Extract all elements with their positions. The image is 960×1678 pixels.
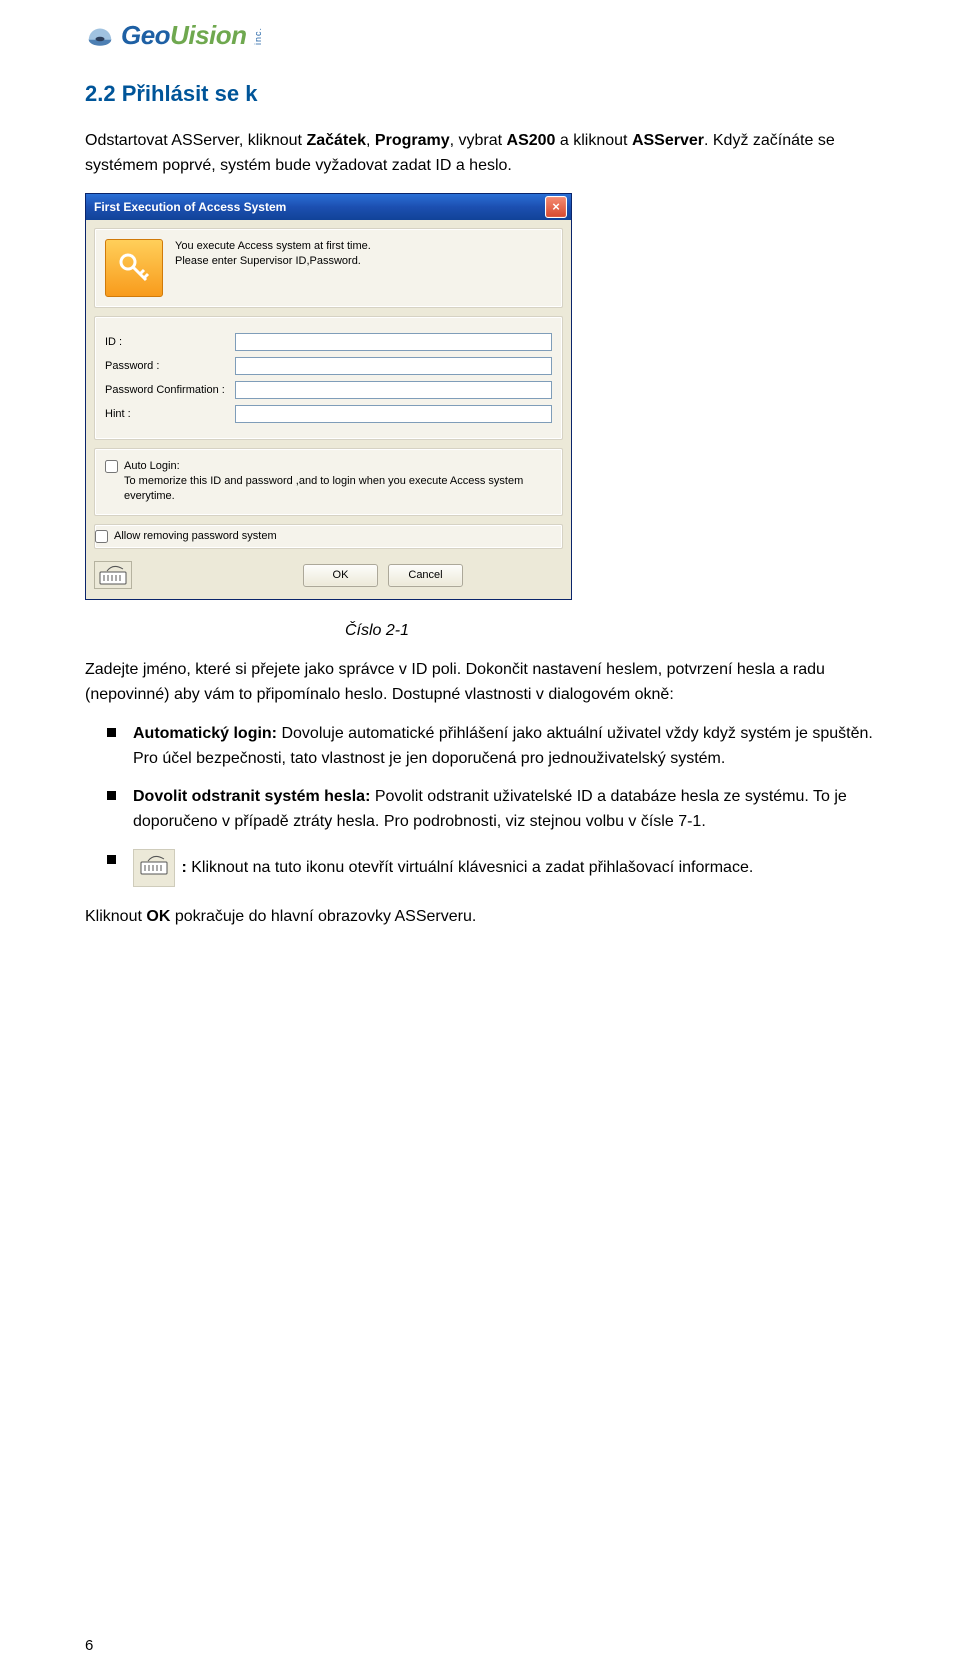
auto-login-desc: To memorize this ID and password ,and to…	[124, 474, 552, 505]
dialog-intro-panel: You execute Access system at first time.…	[94, 228, 563, 308]
page-number: 6	[85, 1637, 93, 1654]
keyboard-icon	[99, 565, 127, 585]
brand-wordmark: GeoUision	[121, 20, 247, 51]
intro-paragraph: Odstartovat ASServer, kliknout Začátek, …	[85, 129, 875, 179]
keyboard-icon	[140, 855, 168, 875]
dialog-titlebar: First Execution of Access System ×	[86, 194, 571, 220]
closing-line: Kliknout OK pokračuje do hlavní obrazovk…	[85, 905, 875, 930]
auto-login-label: Auto Login:	[124, 459, 552, 474]
first-execution-dialog: First Execution of Access System × You e…	[85, 193, 572, 601]
figure-caption: Číslo 2-1	[345, 622, 875, 640]
feature-list: Automatický login: Dovoluje automatické …	[107, 722, 875, 887]
ok-button[interactable]: OK	[303, 564, 378, 587]
hint-field[interactable]	[235, 405, 552, 423]
dialog-title: First Execution of Access System	[94, 200, 286, 214]
close-icon[interactable]: ×	[545, 196, 567, 218]
password-label: Password :	[105, 360, 235, 372]
brand-logo: GeoUision inc.	[85, 20, 875, 51]
dome-icon	[85, 21, 115, 51]
key-icon	[105, 239, 163, 297]
virtual-keyboard-icon-inline	[133, 849, 175, 887]
id-field[interactable]	[235, 333, 552, 351]
section-heading: 2.2 Přihlásit se k	[85, 81, 875, 107]
dialog-form-panel: ID : Password : Password Confirmation : …	[94, 316, 563, 440]
cancel-button[interactable]: Cancel	[388, 564, 463, 587]
after-dialog-text: Zadejte jméno, které si přejete jako spr…	[85, 658, 875, 708]
allow-remove-label: Allow removing password system	[114, 529, 277, 544]
password-confirm-field[interactable]	[235, 381, 552, 399]
dialog-intro-line2: Please enter Supervisor ID,Password.	[175, 254, 371, 269]
brand-suffix: inc.	[253, 27, 263, 45]
virtual-keyboard-button[interactable]	[94, 561, 132, 589]
allow-remove-panel: Allow removing password system	[94, 524, 563, 549]
allow-remove-checkbox[interactable]	[95, 530, 108, 543]
list-item: Dovolit odstranit systém hesla: Povolit …	[107, 785, 875, 835]
auto-login-panel: Auto Login: To memorize this ID and pass…	[94, 448, 563, 516]
password-field[interactable]	[235, 357, 552, 375]
list-item: Automatický login: Dovoluje automatické …	[107, 722, 875, 772]
id-label: ID :	[105, 336, 235, 348]
confirm-label: Password Confirmation :	[105, 384, 235, 396]
dialog-intro-line1: You execute Access system at first time.	[175, 239, 371, 254]
hint-label: Hint :	[105, 408, 235, 420]
list-item: : Kliknout na tuto ikonu otevřít virtuál…	[107, 849, 875, 887]
auto-login-checkbox[interactable]	[105, 460, 118, 473]
